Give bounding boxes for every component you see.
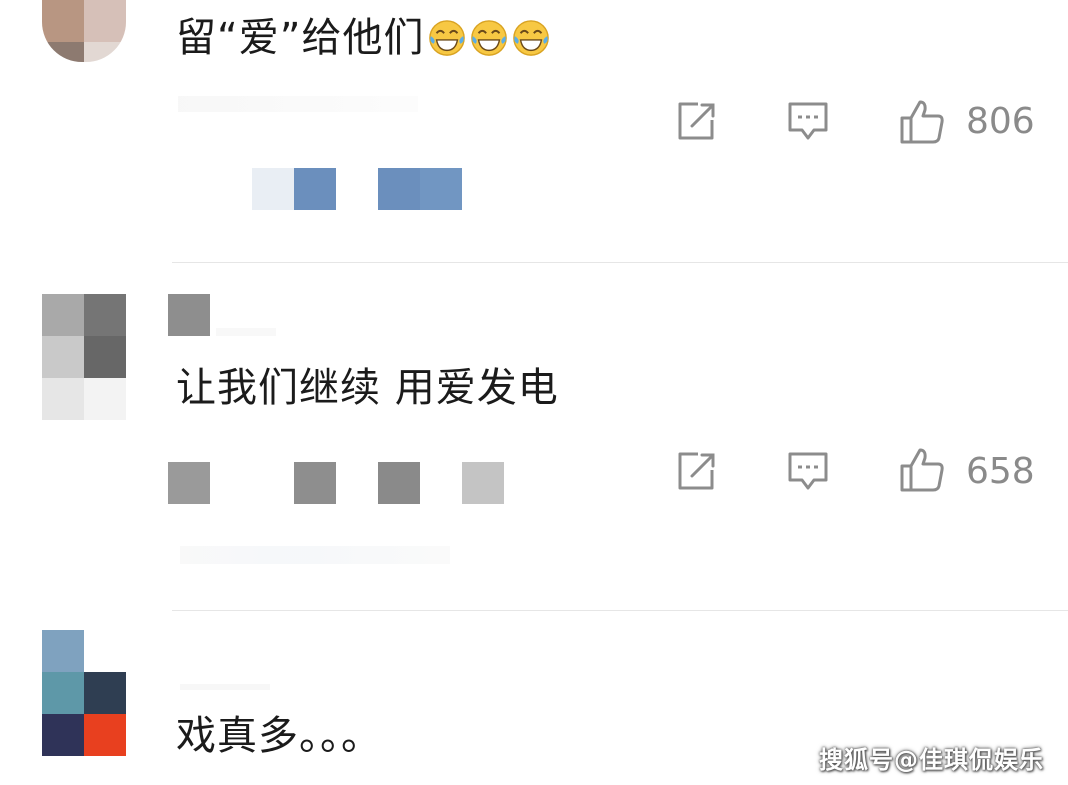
- comment-body: 留“爱”给他们: [176, 15, 425, 61]
- mosaic-redaction: [294, 462, 336, 504]
- divider: [172, 610, 1068, 611]
- blurred-timestamp: [178, 96, 418, 112]
- laughing-tears-emoji: [471, 20, 508, 56]
- mosaic-redaction: [462, 462, 504, 504]
- divider: [172, 262, 1068, 263]
- avatar[interactable]: [42, 294, 126, 420]
- mosaic-redaction: [378, 462, 420, 504]
- mosaic-redaction: [168, 462, 210, 504]
- laughing-tears-emoji: [429, 20, 466, 56]
- username-mosaic: [168, 294, 210, 336]
- avatar[interactable]: [42, 630, 126, 756]
- like-count: 806: [966, 101, 1035, 142]
- mosaic-redaction: [294, 168, 336, 210]
- thumbs-up-icon[interactable]: [898, 98, 946, 146]
- blurred-username: [216, 328, 276, 336]
- blurred-username: [180, 684, 270, 690]
- share-icon[interactable]: [674, 450, 718, 494]
- comment-text: 让我们继续 用爱发电: [176, 365, 559, 411]
- mosaic-redaction: [420, 168, 462, 210]
- comment-icon[interactable]: [786, 450, 830, 494]
- mosaic-redaction: [378, 168, 420, 210]
- laughing-tears-emoji: [513, 20, 550, 56]
- comment-text: 留“爱”给他们: [176, 14, 550, 62]
- mosaic-redaction: [252, 168, 294, 210]
- comment-text: 戏真多。。。: [176, 713, 382, 759]
- watermark: 搜狐号@佳琪侃娱乐: [819, 746, 1044, 774]
- comment-icon[interactable]: [786, 100, 830, 144]
- thumbs-up-icon[interactable]: [898, 446, 946, 494]
- share-icon[interactable]: [674, 100, 718, 144]
- like-count: 658: [966, 451, 1035, 492]
- blurred-reply-line: [180, 546, 450, 564]
- avatar[interactable]: [42, 0, 126, 62]
